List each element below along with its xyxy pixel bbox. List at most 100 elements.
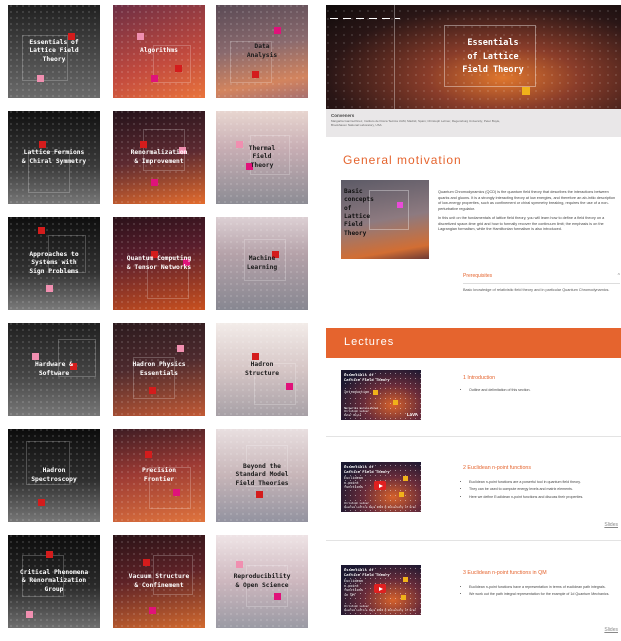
- section-thumbnail: Basic concepts of Lattice Field Theory: [341, 180, 429, 259]
- lecture-title[interactable]: 3 Euclidean n-point functions in QM: [463, 570, 547, 576]
- hero-banner: Essentials of Lattice Field Theory: [326, 5, 621, 109]
- divider: [326, 436, 621, 437]
- tile-title: Approaches to Systems with Sign Problems: [29, 251, 79, 275]
- conveners-panel: Conveners Margarita García-Pérez, Instit…: [326, 109, 621, 137]
- bullet-item: Here we define Euclidean n-point functio…: [469, 495, 619, 500]
- yellow-square: [373, 390, 378, 395]
- tile-title: Machine Learning: [246, 255, 278, 271]
- topic-tile-hadron-physics[interactable]: Hadron Physics Essentials: [113, 323, 205, 416]
- play-button-icon[interactable]: [374, 584, 386, 593]
- tile-title: Quantum Computing & Tensor Networks: [126, 255, 192, 271]
- topic-tile-hadron-spectroscopy[interactable]: Hadron Spectroscopy: [8, 429, 100, 522]
- section-title-general-motivation: General motivation: [343, 153, 462, 167]
- video-thumbnail[interactable]: Essentials of Lattice Field Theory Eucli…: [341, 565, 421, 615]
- video-thumbnail[interactable]: Essentials of Lattice Field Theory Eucli…: [341, 462, 421, 512]
- video-subtitle: Introduction: [344, 390, 370, 394]
- play-button-icon[interactable]: [374, 481, 386, 490]
- tile-title: Hadron Spectroscopy: [31, 467, 77, 483]
- video-thumbnail[interactable]: Essentials of Lattice Field Theory Intro…: [341, 370, 421, 420]
- tile-title: Renormalization & Improvement: [130, 149, 188, 165]
- topic-tile-precision-frontier[interactable]: Precision Frontier: [113, 429, 205, 522]
- video-subtitle: Euclidean n-point functions in QM: [344, 579, 363, 597]
- tile-title: Hardware & Software: [35, 361, 73, 377]
- lecture-title[interactable]: 2 Euclidean n-point functions: [463, 465, 531, 471]
- hero-title: Essentials of Lattice Field Theory: [462, 38, 524, 76]
- yellow-square: [403, 476, 408, 481]
- yellow-square: [399, 492, 404, 497]
- prerequisites-label: Prerequisites: [463, 273, 493, 279]
- bullet-item: Euclidean n-point functions are a powerf…: [469, 480, 619, 485]
- prerequisites-body: Basic knowledge of relativistic field th…: [463, 288, 610, 292]
- lecture-bullets: Outline and delimitation of this section…: [463, 388, 619, 395]
- frame-decoration: [369, 190, 409, 230]
- yellow-square: [403, 577, 408, 582]
- vertical-line-decoration: [394, 5, 395, 109]
- video-credits: Christoph Lehner Quantum Lattice Days 20…: [344, 502, 416, 509]
- topic-tile-critical-phenomena[interactable]: Critical Phenomena & Renormalization Gro…: [8, 535, 100, 628]
- bullet-item: Euclidean n-point functions have a repre…: [469, 585, 619, 590]
- bullet-item: We work out the path integral representa…: [469, 592, 619, 597]
- bullet-item: They can be used to compute energy level…: [469, 487, 619, 492]
- lecture-item: Essentials of Lattice Field Theory Eucli…: [326, 565, 621, 641]
- topic-tile-thermal[interactable]: Thermal Field Theory: [216, 111, 308, 204]
- conveners-text: Margarita García-Pérez, Instituto de Fís…: [331, 119, 501, 128]
- accordion-header[interactable]: Prerequisites ^: [463, 273, 620, 284]
- tile-title: Hadron Structure: [244, 361, 280, 377]
- tile-title: Reproducibility & Open Science: [233, 573, 291, 589]
- tile-title: Lattice Fermions & Chiral Symmetry: [21, 149, 87, 165]
- video-credits: Christoph Lehner Quantum Lattice Days 20…: [344, 605, 416, 612]
- bullet-item: Outline and delimitation of this section…: [469, 388, 619, 393]
- video-subtitle: Euclidean n-point functions: [344, 476, 363, 490]
- topic-tile-vacuum-structure[interactable]: Vacuum Structure & Confinement: [113, 535, 205, 628]
- conveners-heading: Conveners: [331, 113, 355, 118]
- divider: [326, 540, 621, 541]
- video-title: Essentials of Lattice Field Theory: [344, 464, 390, 474]
- topic-tile-sign-problems[interactable]: Approaches to Systems with Sign Problems: [8, 217, 100, 310]
- video-title: Essentials of Lattice Field Theory: [344, 567, 390, 577]
- lecture-item: Essentials of Lattice Field Theory Eucli…: [326, 460, 621, 535]
- chevron-up-icon[interactable]: ^: [618, 273, 620, 279]
- topic-tile-renormalization[interactable]: Renormalization & Improvement: [113, 111, 205, 204]
- motivation-text: Quantum Chromodynamics (QCD) is the quan…: [438, 190, 618, 237]
- tile-title: Beyond the Standard Model Field Theories: [235, 463, 289, 487]
- tile-title: Hadron Physics Essentials: [132, 361, 186, 377]
- lecture-title[interactable]: 1 Introduction: [463, 375, 495, 381]
- lecture-item: Essentials of Lattice Field Theory Intro…: [326, 370, 621, 430]
- prerequisites-accordion[interactable]: Prerequisites ^ Basic knowledge of relat…: [463, 273, 620, 294]
- yellow-square: [393, 400, 398, 405]
- motivation-paragraph: In this unit on the fundamentals of latt…: [438, 216, 605, 231]
- dashed-line-decoration: [330, 18, 400, 19]
- slides-link[interactable]: Slides: [604, 522, 618, 528]
- lava-logo: LaVA: [406, 412, 418, 417]
- tile-title: Precision Frontier: [141, 467, 177, 483]
- topic-tile-hardware[interactable]: Hardware & Software: [8, 323, 100, 416]
- yellow-square: [522, 87, 530, 95]
- topic-tile-lattice-fermions[interactable]: Lattice Fermions & Chiral Symmetry: [8, 111, 100, 204]
- topic-tile-hadron-structure[interactable]: Hadron Structure: [216, 323, 308, 416]
- topic-tile-algorithms[interactable]: Algorithms: [113, 5, 205, 98]
- tile-title: Critical Phenomena & Renormalization Gro…: [19, 569, 89, 593]
- video-title: Essentials of Lattice Field Theory: [344, 372, 390, 382]
- thumbnail-title: Basic concepts of Lattice Field Theory: [344, 188, 374, 237]
- tile-title: Thermal Field Theory: [248, 145, 276, 169]
- topic-tile-bsm[interactable]: Beyond the Standard Model Field Theories: [216, 429, 308, 522]
- tile-title: Algorithms: [140, 47, 178, 55]
- topic-tile-essentials[interactable]: Essentials of Lattice Field Theory: [8, 5, 100, 98]
- lectures-title: Lectures: [344, 336, 395, 348]
- magenta-square: [397, 202, 403, 208]
- yellow-square: [401, 595, 406, 600]
- lectures-header: Lectures: [326, 328, 621, 358]
- topic-tile-quantum-computing[interactable]: Quantum Computing & Tensor Networks: [113, 217, 205, 310]
- video-credits: Margarita García-Pérez Christoph Lehner …: [344, 406, 379, 417]
- tile-title: Essentials of Lattice Field Theory: [29, 39, 79, 63]
- topic-tile-reproducibility[interactable]: Reproducibility & Open Science: [216, 535, 308, 628]
- slides-link[interactable]: Slides: [604, 627, 618, 633]
- topic-tile-data-analysis[interactable]: Data Analysis: [216, 5, 308, 98]
- tile-title: Data Analysis: [246, 43, 278, 59]
- tile-title: Vacuum Structure & Confinement: [128, 573, 190, 589]
- lecture-bullets: Euclidean n-point functions are a powerf…: [463, 480, 619, 502]
- lecture-bullets: Euclidean n-point functions have a repre…: [463, 585, 619, 600]
- topic-tile-machine-learning[interactable]: Machine Learning: [216, 217, 308, 310]
- motivation-paragraph: Quantum Chromodynamics (QCD) is the quan…: [438, 190, 616, 211]
- course-page: Essentials of Lattice Field Theory Conve…: [326, 0, 621, 641]
